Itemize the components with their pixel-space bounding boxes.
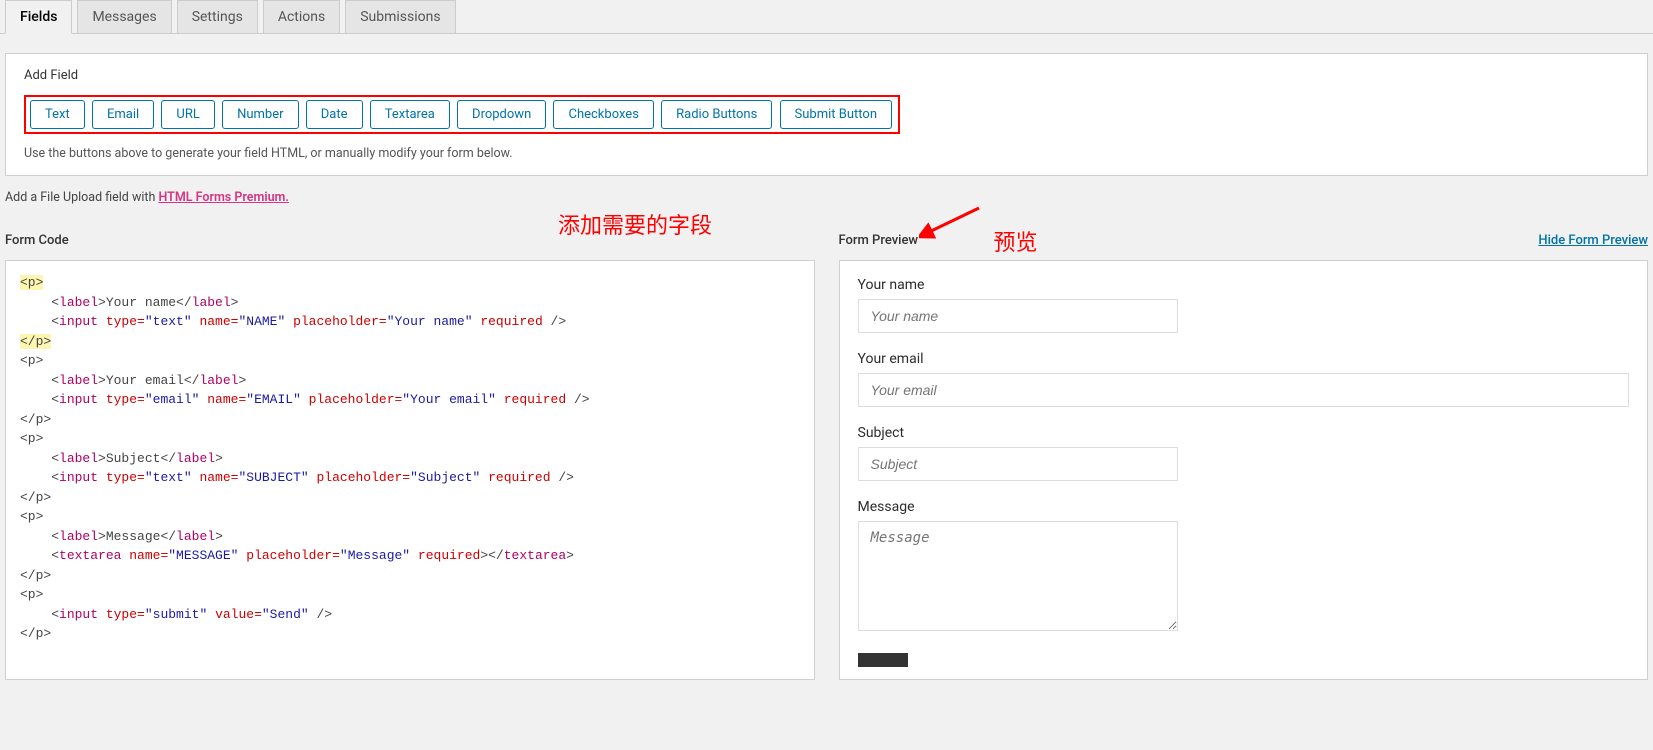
- add-field-panel: Add Field Text Email URL Number Date Tex…: [5, 53, 1648, 176]
- preview-email-label: Your email: [858, 351, 1630, 367]
- field-btn-textarea[interactable]: Textarea: [370, 100, 450, 129]
- preview-message-label: Message: [858, 499, 1630, 515]
- preview-subject-input[interactable]: [858, 447, 1178, 481]
- upload-note-text: Add a File Upload field with: [5, 190, 158, 205]
- field-btn-email[interactable]: Email: [92, 100, 154, 129]
- preview-email-input[interactable]: [858, 373, 1630, 407]
- tab-actions[interactable]: Actions: [263, 0, 340, 34]
- preview-submit-button[interactable]: [858, 653, 908, 667]
- field-btn-date[interactable]: Date: [306, 100, 363, 129]
- preview-message-textarea[interactable]: [858, 521, 1178, 631]
- form-code-column: Form Code <p> <label>Your name</label> <…: [5, 233, 815, 680]
- preview-name-label: Your name: [858, 277, 1630, 293]
- field-help-text: Use the buttons above to generate your f…: [24, 146, 1629, 161]
- field-btn-url[interactable]: URL: [161, 100, 214, 129]
- upload-note: Add a File Upload field with HTML Forms …: [5, 190, 1648, 205]
- preview-name-input[interactable]: [858, 299, 1178, 333]
- tab-bar: Fields Messages Settings Actions Submiss…: [0, 0, 1653, 34]
- field-btn-text[interactable]: Text: [30, 100, 85, 129]
- field-buttons-highlight: Text Email URL Number Date Textarea Drop…: [24, 95, 900, 134]
- field-btn-radio[interactable]: Radio Buttons: [661, 100, 772, 129]
- code-editor[interactable]: <p> <label>Your name</label> <input type…: [5, 260, 815, 680]
- field-btn-submit[interactable]: Submit Button: [780, 100, 892, 129]
- form-preview-title: Form Preview: [839, 233, 919, 248]
- field-btn-number[interactable]: Number: [222, 100, 298, 129]
- preview-subject-label: Subject: [858, 425, 1630, 441]
- preview-box: Your name Your email Subject Message: [839, 260, 1649, 680]
- field-btn-checkboxes[interactable]: Checkboxes: [553, 100, 653, 129]
- tab-submissions[interactable]: Submissions: [345, 0, 455, 34]
- form-code-title: Form Code: [5, 233, 815, 248]
- form-preview-column: 预览 Form Preview Hide Form Preview Your n…: [839, 233, 1649, 680]
- upload-note-link[interactable]: HTML Forms Premium.: [158, 190, 289, 205]
- tab-fields[interactable]: Fields: [5, 0, 72, 34]
- hide-preview-link[interactable]: Hide Form Preview: [1538, 233, 1648, 248]
- add-field-title: Add Field: [24, 68, 1629, 83]
- field-btn-dropdown[interactable]: Dropdown: [457, 100, 546, 129]
- tab-messages[interactable]: Messages: [77, 0, 171, 34]
- tab-settings[interactable]: Settings: [177, 0, 258, 34]
